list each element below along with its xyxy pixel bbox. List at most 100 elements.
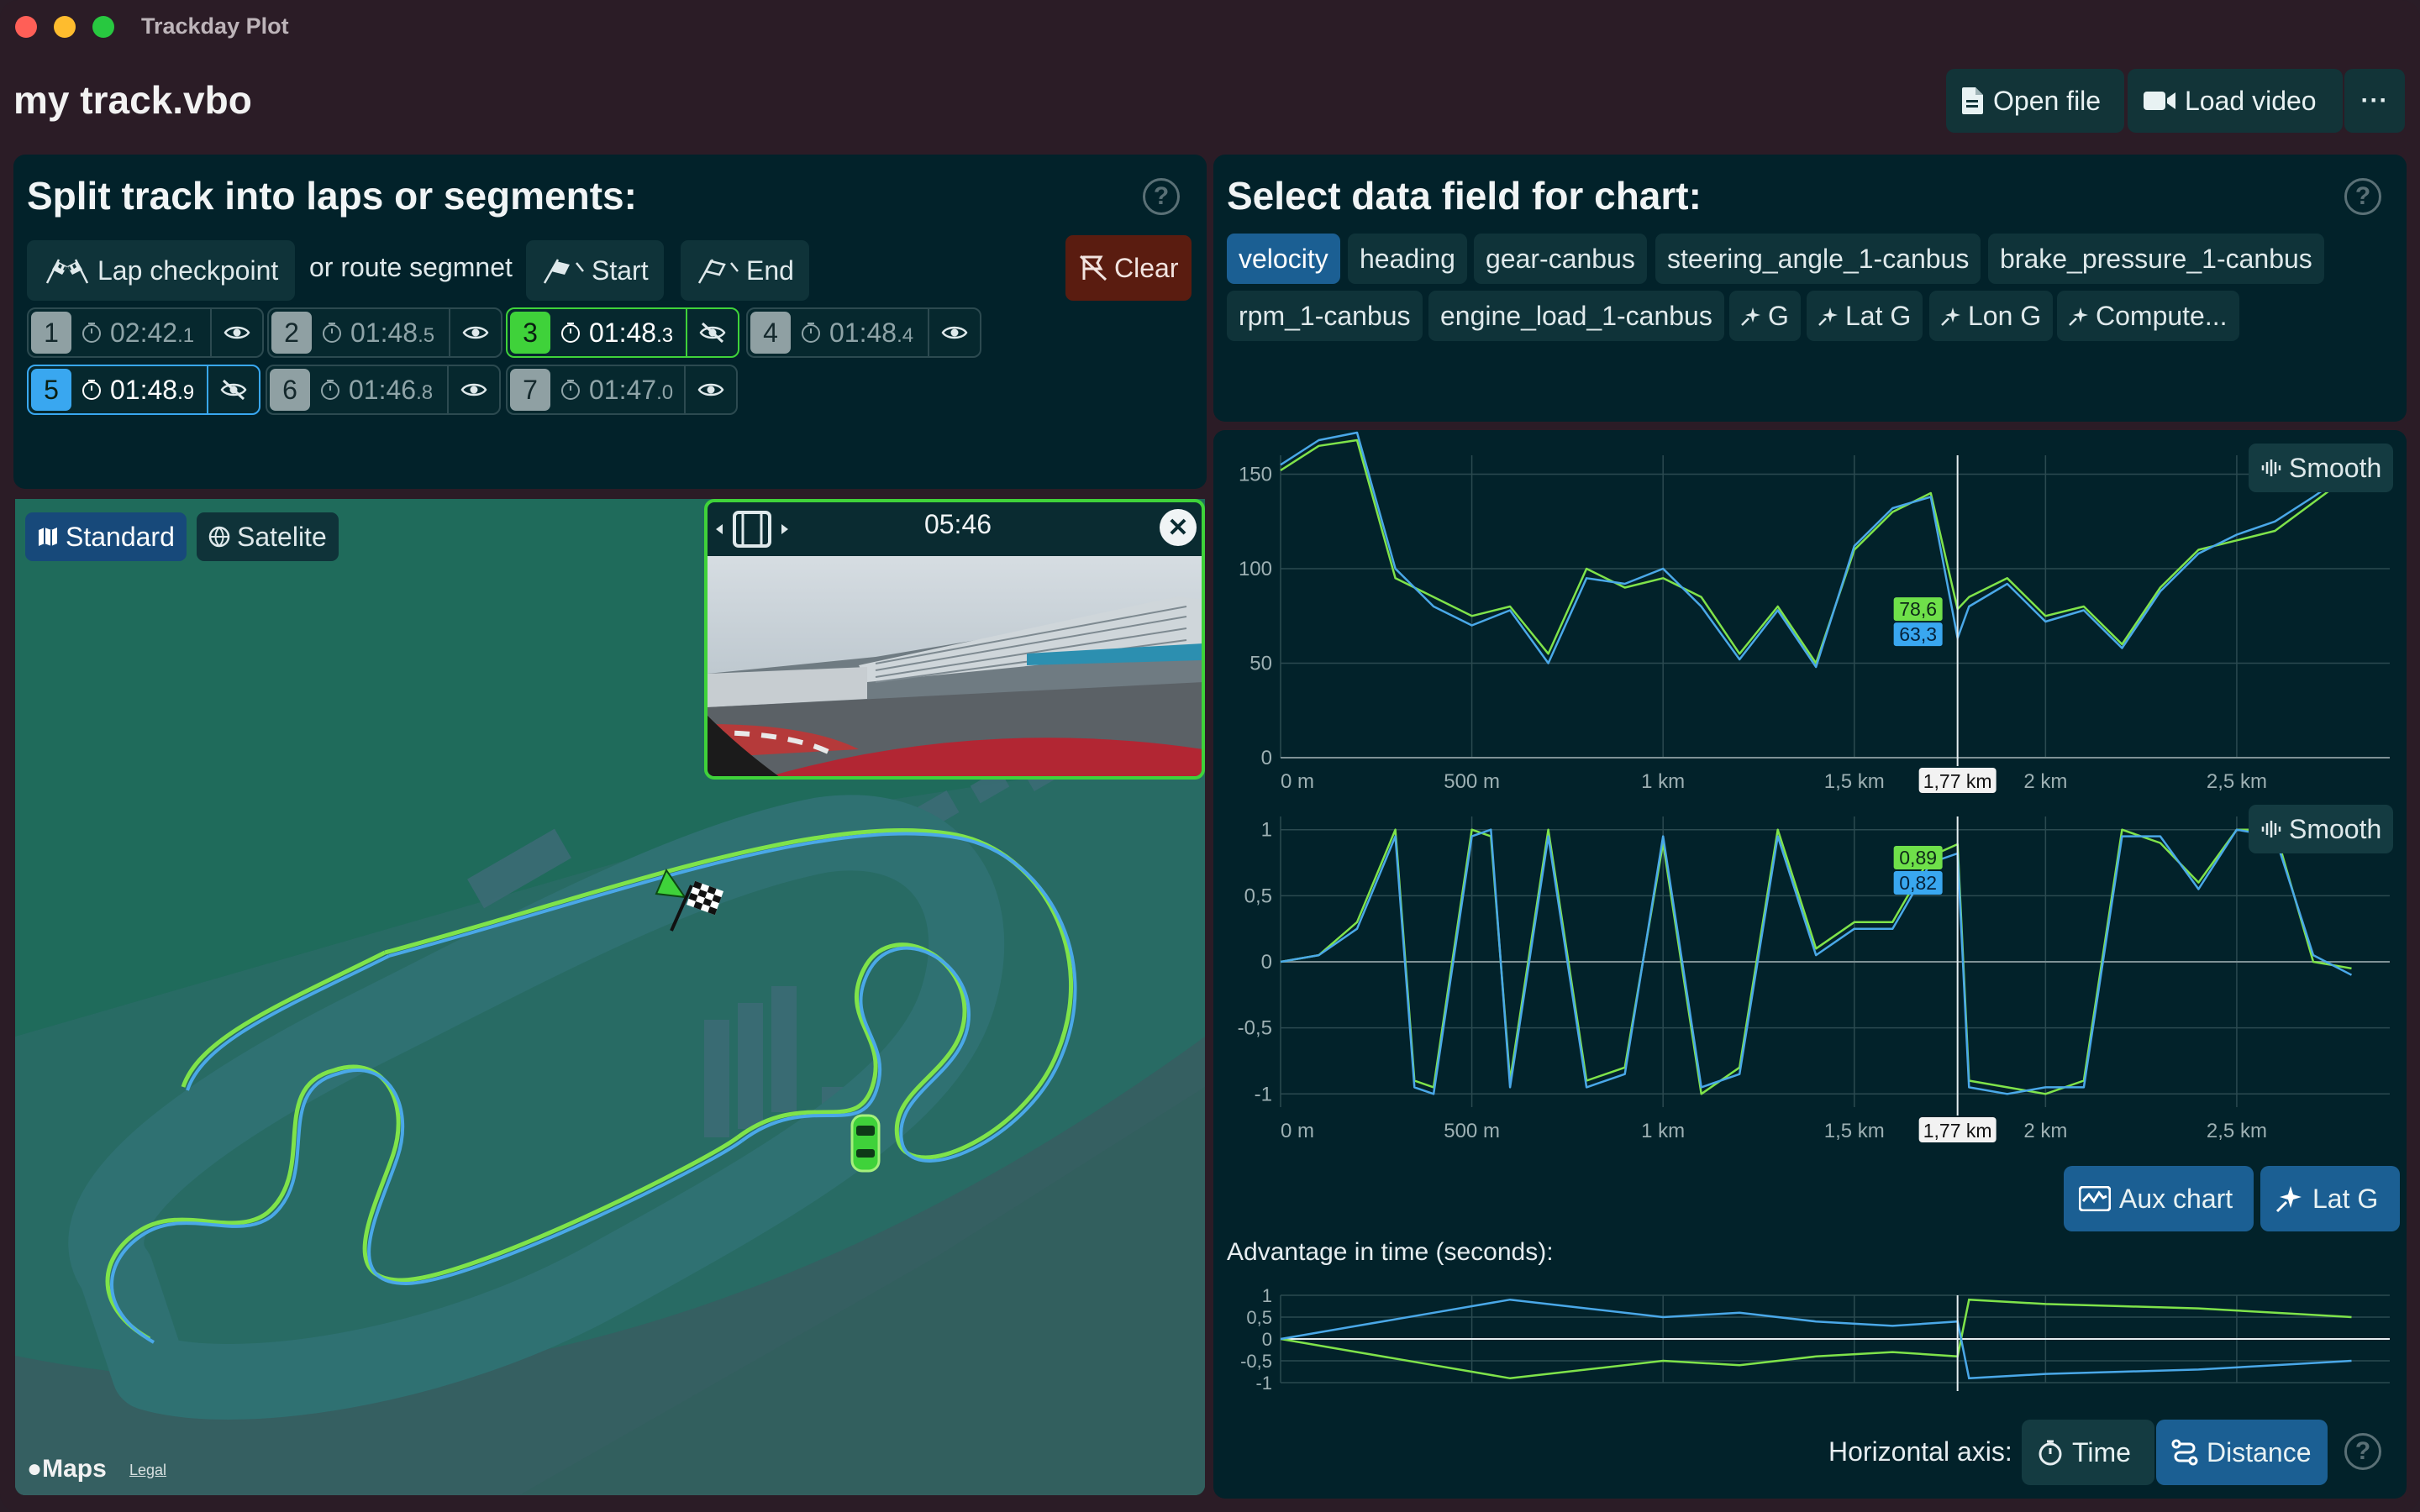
field-chip-heading[interactable]: heading xyxy=(1348,234,1467,284)
field-chip-compute[interactable]: Compute... xyxy=(2057,291,2239,341)
lap-number: 7 xyxy=(510,369,550,411)
lap-item-3[interactable]: 3 01:48.3 xyxy=(506,307,739,358)
y-tick-label: 100 xyxy=(1239,558,1272,580)
chart-icon xyxy=(2079,1186,2111,1211)
series-line-lap-5 xyxy=(1280,431,2353,669)
lap-item-5[interactable]: 5 01:48.9 xyxy=(27,365,260,415)
checkered-flags-icon xyxy=(45,259,89,284)
lap-visibility-toggle[interactable] xyxy=(207,366,259,413)
field-chip-g[interactable]: G xyxy=(1729,291,1801,341)
x-tick-label: 1 km xyxy=(1641,1120,1685,1142)
lat-g-label: Lat G xyxy=(2312,1183,2379,1214)
lap-visibility-toggle[interactable] xyxy=(447,366,499,413)
map-satellite-button[interactable]: Satelite xyxy=(197,512,339,561)
y-tick-label: 0,5 xyxy=(1244,885,1272,907)
more-options-button[interactable]: ··· xyxy=(2344,69,2405,133)
y-tick-label: 0 xyxy=(1261,747,1272,769)
map-icon xyxy=(39,528,57,546)
lap-visibility-toggle[interactable] xyxy=(684,366,736,413)
stopwatch-icon xyxy=(561,380,580,400)
clear-button[interactable]: Clear xyxy=(1065,235,1192,301)
zoom-window-button[interactable] xyxy=(92,16,114,38)
lap-visibility-toggle[interactable] xyxy=(928,309,980,356)
map-legal-link[interactable]: Legal xyxy=(129,1462,166,1479)
stopwatch-icon xyxy=(802,323,820,343)
field-chip-gear-canbus[interactable]: gear-canbus xyxy=(1474,234,1647,284)
axis-distance-label: Distance xyxy=(2207,1436,2312,1467)
smooth-button-top[interactable]: Smooth xyxy=(2249,444,2394,492)
lap-item-4[interactable]: 4 01:48.4 xyxy=(746,307,981,358)
lap-visibility-toggle[interactable] xyxy=(686,309,738,356)
start-label: Start xyxy=(592,255,649,286)
y-tick-label: -1 xyxy=(1255,1373,1272,1394)
end-flag-icon xyxy=(697,259,739,284)
sparkle-icon xyxy=(1741,307,1760,326)
value-tag-green: 0,89 xyxy=(1899,847,1937,869)
field-chip-velocity[interactable]: velocity xyxy=(1227,234,1340,284)
lap-checkpoint-button[interactable]: Lap checkpoint xyxy=(27,240,296,301)
lap-visibility-toggle[interactable] xyxy=(210,309,262,356)
fields-help-icon[interactable]: ? xyxy=(2344,178,2381,215)
waveform-icon xyxy=(2261,821,2281,837)
field-chip-label: brake_pressure_1-canbus xyxy=(2000,243,2312,274)
x-tick-label: 1,5 km xyxy=(1824,770,1885,793)
lap-item-6[interactable]: 6 01:46.8 xyxy=(266,365,501,415)
x-tick-label: 500 m xyxy=(1444,1120,1500,1142)
x-tick-label: 0 m xyxy=(1281,1120,1314,1142)
close-video-icon[interactable]: ✕ xyxy=(1160,509,1197,546)
y-tick-label: 50 xyxy=(1249,653,1272,675)
cursor-distance-label: 1,77 km xyxy=(1923,1120,1992,1142)
app-title: Trackday Plot xyxy=(141,13,289,39)
sparkle-icon xyxy=(1818,307,1838,326)
split-help-icon[interactable]: ? xyxy=(1143,178,1180,215)
axis-time-button[interactable]: Time xyxy=(2022,1420,2154,1485)
field-chip-lat-g[interactable]: Lat G xyxy=(1807,291,1923,341)
map-standard-button[interactable]: Standard xyxy=(25,512,187,561)
smooth-button-mid[interactable]: Smooth xyxy=(2249,805,2394,853)
close-window-button[interactable] xyxy=(15,16,37,38)
y-tick-label: -0,5 xyxy=(1240,1351,1272,1372)
field-chip-lon-g[interactable]: Lon G xyxy=(1929,291,2054,341)
lap-item-1[interactable]: 1 02:42.1 xyxy=(27,307,264,358)
y-tick-label: 0 xyxy=(1262,1329,1272,1350)
apple-logo-icon: ● xyxy=(27,1455,43,1483)
start-finish-flag-icon xyxy=(655,868,724,932)
lap-item-7[interactable]: 7 01:47.0 xyxy=(506,365,738,415)
lap-number: 1 xyxy=(31,312,71,354)
start-flag-icon xyxy=(543,259,584,284)
load-video-button[interactable]: Load video xyxy=(2128,69,2343,133)
video-frame xyxy=(708,556,1202,776)
y-tick-label: 0 xyxy=(1261,951,1272,974)
field-chip-label: gear-canbus xyxy=(1486,243,1635,274)
axis-help-icon[interactable]: ? xyxy=(2344,1433,2381,1470)
field-chip-label: Lat G xyxy=(1845,300,1912,331)
smooth-label-mid: Smooth xyxy=(2289,813,2382,844)
field-chip-steering-angle-1-canbus[interactable]: steering_angle_1-canbus xyxy=(1655,234,1981,284)
title-bar: Trackday Plot xyxy=(0,0,2420,54)
lat-g-button[interactable]: Lat G xyxy=(2260,1166,2400,1231)
lap-item-2[interactable]: 2 01:48.5 xyxy=(267,307,502,358)
y-tick-label: 150 xyxy=(1239,464,1272,486)
segment-start-button[interactable]: Start xyxy=(526,240,664,301)
stopwatch-icon xyxy=(561,323,580,343)
segment-end-button[interactable]: End xyxy=(681,240,809,301)
lap-visibility-toggle[interactable] xyxy=(449,309,501,356)
document-title: my track.vbo xyxy=(13,78,252,122)
y-tick-label: 1 xyxy=(1262,1285,1272,1306)
lap-number: 2 xyxy=(271,312,312,354)
globe-icon xyxy=(208,526,230,548)
charts-canvas[interactable]: 0 m 500 m1 km 1,5 km 2 km 2,5 km1501005001,7… xyxy=(1213,430,2407,1499)
field-chip-brake-pressure-1-canbus[interactable]: brake_pressure_1-canbus xyxy=(1988,234,2324,284)
y-tick-label: -1 xyxy=(1255,1083,1272,1105)
video-camera-icon xyxy=(2144,92,2175,110)
x-tick-label: 1 km xyxy=(1641,770,1685,793)
file-icon xyxy=(1962,87,1983,114)
axis-distance-button[interactable]: Distance xyxy=(2156,1420,2328,1485)
field-chip-rpm-1-canbus[interactable]: rpm_1-canbus xyxy=(1227,291,1423,341)
value-tag-green: 78,6 xyxy=(1899,598,1937,620)
field-chip-engine-load-1-canbus[interactable]: engine_load_1-canbus xyxy=(1428,291,1724,341)
minimize-window-button[interactable] xyxy=(54,16,76,38)
eye-icon xyxy=(697,383,724,396)
aux-chart-button[interactable]: Aux chart xyxy=(2064,1166,2254,1231)
open-file-button[interactable]: Open file xyxy=(1946,69,2124,133)
